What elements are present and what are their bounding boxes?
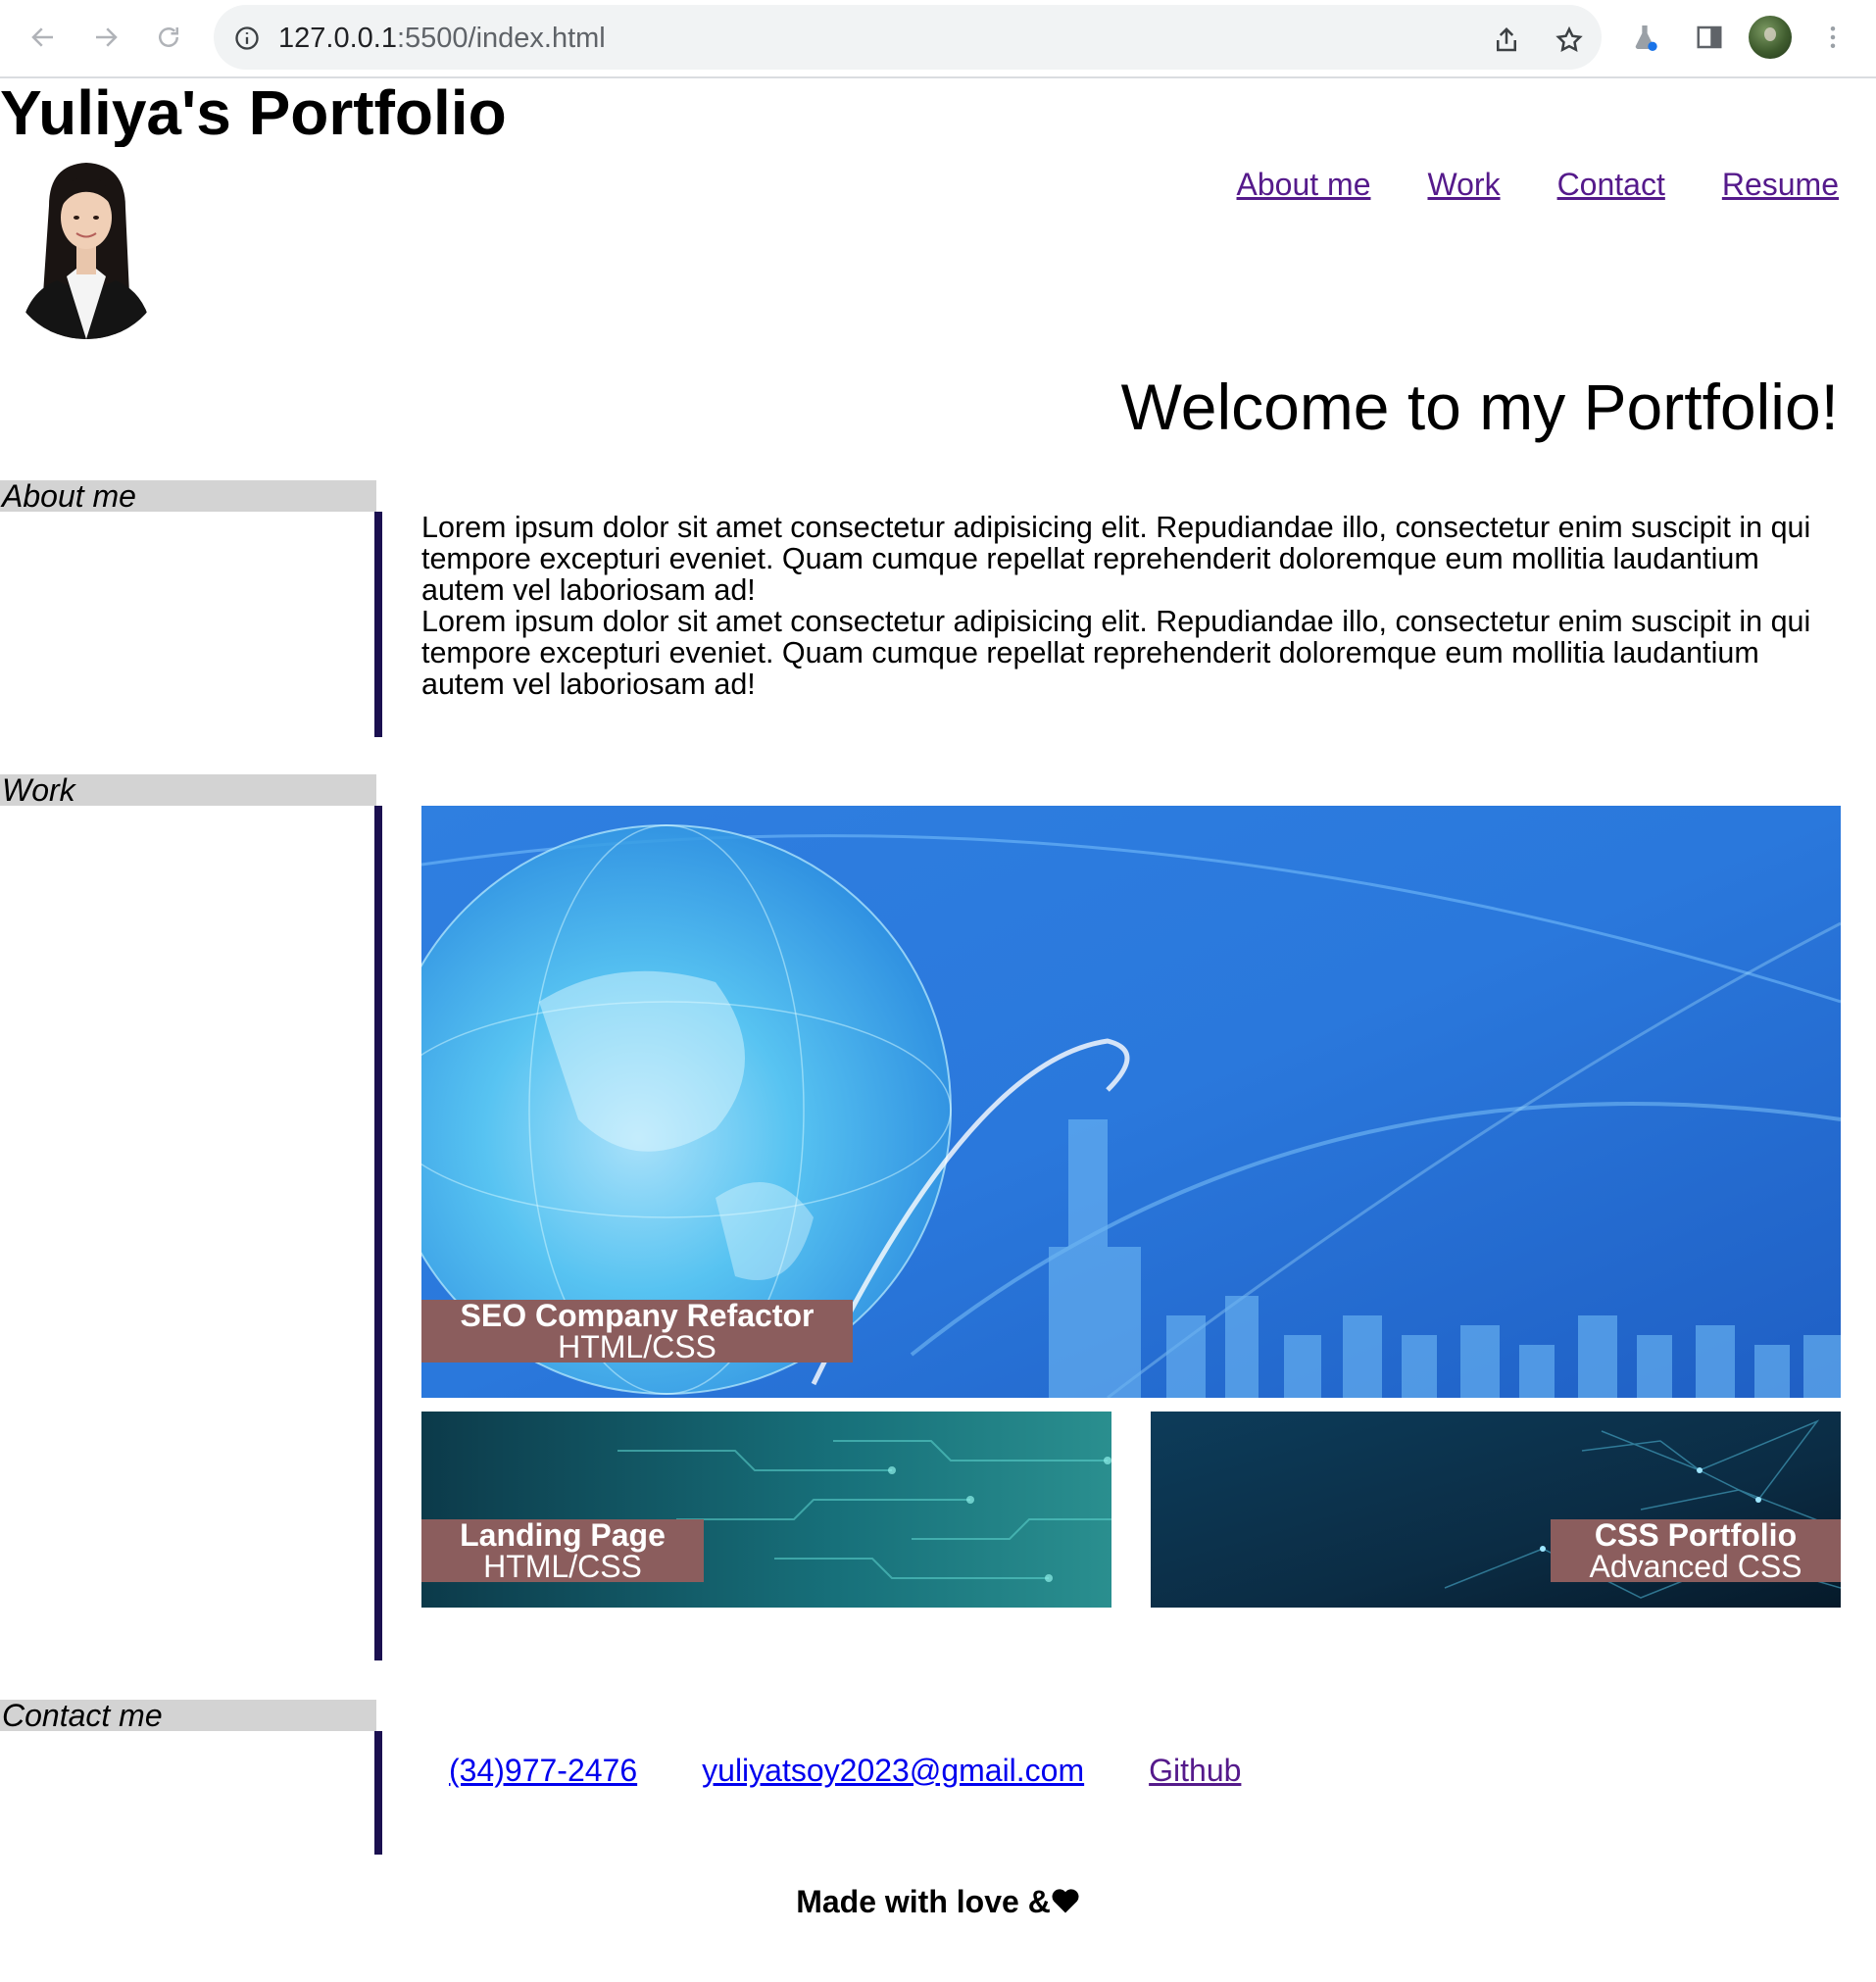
project-label: Landing Page HTML/CSS	[421, 1519, 704, 1582]
project-card-landing[interactable]: Landing Page HTML/CSS	[421, 1412, 1111, 1608]
project-card-seo[interactable]: SEO Company Refactor HTML/CSS	[421, 806, 1841, 1398]
phone-link[interactable]: (34)977-2476	[449, 1753, 637, 1789]
more-vertical-icon	[1830, 26, 1836, 48]
about-paragraph: Lorem ipsum dolor sit amet consectetur a…	[421, 605, 1811, 701]
profile-avatar[interactable]	[1749, 16, 1792, 59]
bookmark-star-icon[interactable]	[1555, 25, 1584, 55]
about-paragraph: Lorem ipsum dolor sit amet consectetur a…	[421, 511, 1811, 607]
contact-links: (34)977-2476 yuliyatsoy2023@gmail.com Gi…	[449, 1753, 1241, 1789]
browser-toolbar: 127.0.0.1:5500/index.html	[0, 0, 1876, 78]
project-subtitle: HTML/CSS	[558, 1329, 716, 1364]
project-subtitle: HTML/CSS	[483, 1549, 642, 1584]
project-card-css[interactable]: CSS Portfolio Advanced CSS	[1151, 1412, 1841, 1608]
project-label: SEO Company Refactor HTML/CSS	[421, 1300, 853, 1363]
url-text: 127.0.0.1:5500/index.html	[278, 23, 606, 54]
address-bar[interactable]: 127.0.0.1:5500/index.html	[214, 5, 1602, 70]
nav-link-work[interactable]: Work	[1427, 167, 1500, 203]
labs-button[interactable]	[1627, 20, 1662, 55]
info-icon[interactable]	[233, 25, 261, 52]
flask-icon	[1635, 25, 1657, 51]
side-panel-button[interactable]	[1692, 20, 1727, 55]
nav-link-contact[interactable]: Contact	[1557, 167, 1665, 203]
project-title: SEO Company Refactor	[460, 1298, 815, 1333]
arrow-left-icon	[31, 27, 53, 47]
project-label: CSS Portfolio Advanced CSS	[1551, 1519, 1841, 1582]
heart-icon	[1052, 1889, 1079, 1913]
forward-button[interactable]	[86, 18, 125, 57]
side-panel-icon	[1697, 25, 1722, 49]
main-nav: About me Work Contact Resume	[1237, 167, 1839, 203]
nav-link-resume[interactable]: Resume	[1722, 167, 1839, 203]
work-accent-bar	[374, 806, 382, 1660]
project-subtitle: Advanced CSS	[1589, 1549, 1802, 1584]
menu-button[interactable]	[1815, 20, 1851, 55]
github-link[interactable]: Github	[1149, 1753, 1241, 1789]
about-accent-bar	[374, 512, 382, 737]
page-viewport: Yuliya's Portfolio About me Work Contact…	[0, 80, 1876, 1982]
footer: Made with love &	[0, 1884, 1876, 1920]
nav-link-about[interactable]: About me	[1237, 167, 1371, 203]
reload-button[interactable]	[149, 18, 188, 57]
share-icon[interactable]	[1492, 25, 1521, 55]
contact-section-heading: Contact me	[0, 1700, 376, 1731]
about-text: Lorem ipsum dolor sit amet consectetur a…	[421, 512, 1833, 700]
back-button[interactable]	[24, 18, 63, 57]
work-section-heading: Work	[0, 774, 376, 806]
project-title: Landing Page	[460, 1517, 666, 1553]
email-link[interactable]: yuliyatsoy2023@gmail.com	[702, 1753, 1084, 1789]
footer-text: Made with love &	[796, 1884, 1051, 1919]
site-title: Yuliya's Portfolio	[0, 77, 507, 148]
contact-accent-bar	[374, 1731, 382, 1855]
profile-photo	[10, 147, 163, 339]
reload-icon	[159, 27, 178, 47]
about-section-heading: About me	[0, 480, 376, 512]
project-title: CSS Portfolio	[1594, 1517, 1798, 1553]
welcome-heading: Welcome to my Portfolio!	[1120, 371, 1839, 443]
arrow-right-icon	[96, 27, 118, 47]
